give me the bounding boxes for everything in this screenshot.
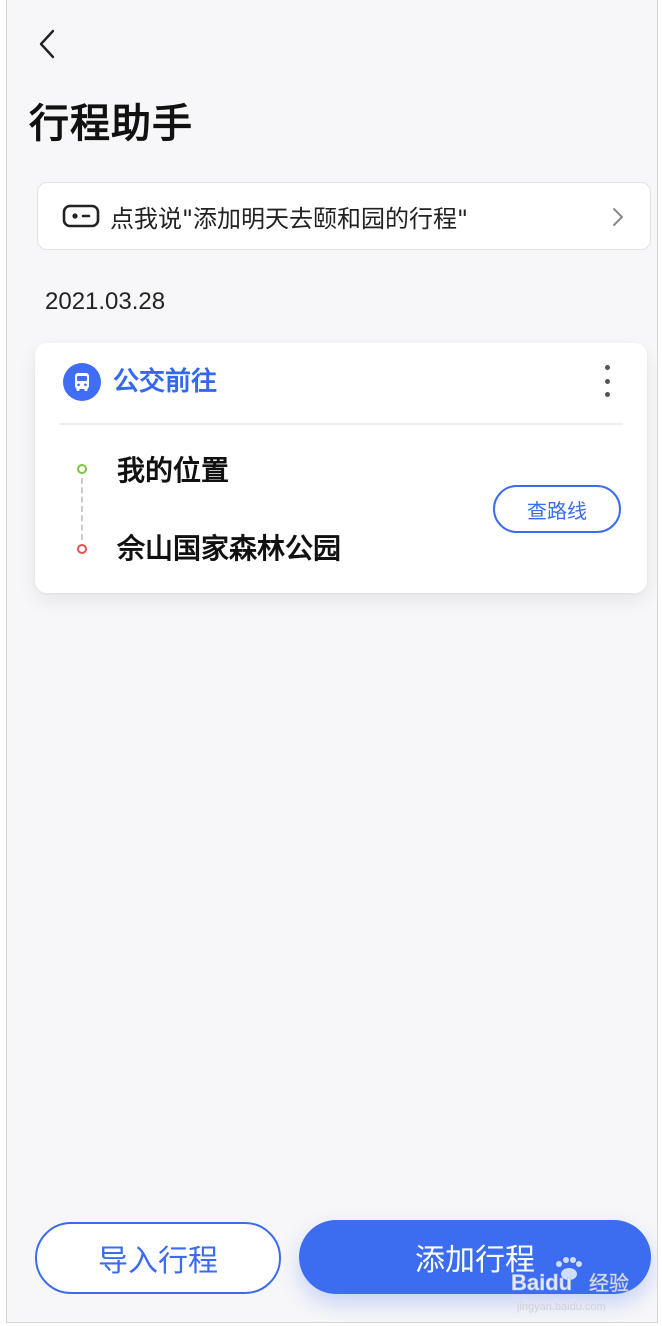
check-route-button[interactable]: 查路线 (493, 485, 621, 533)
chevron-right-icon (613, 208, 623, 226)
trip-assistant-screen: 行程助手 点我说"添加明天去颐和园的行程" 2021.03.28 公交前往 我的… (6, 0, 658, 1323)
baidu-jingyan-watermark: Baidu 经验 jingyan.baidu.com (511, 1257, 629, 1313)
page-title: 行程助手 (29, 101, 193, 147)
transport-mode-label: 公交前往 (113, 367, 218, 397)
chevron-left-icon (39, 29, 55, 59)
watermark-brand: Baidu (511, 1270, 572, 1295)
origin-dot-icon (77, 464, 87, 474)
trip-date: 2021.03.28 (45, 288, 166, 315)
import-trip-button[interactable]: 导入行程 (35, 1222, 281, 1294)
watermark-label: 经验 (589, 1271, 629, 1295)
voice-prompt-bar[interactable]: 点我说"添加明天去颐和园的行程" (37, 182, 651, 250)
watermark-url: jingyan.baidu.com (516, 1301, 606, 1313)
destination-dot-icon (77, 544, 87, 554)
more-vertical-icon (604, 365, 610, 370)
card-divider (59, 423, 623, 425)
destination-location: 佘山国家森林公园 (117, 532, 342, 565)
voice-prompt-text: 点我说"添加明天去颐和园的行程" (110, 204, 469, 233)
back-button[interactable] (29, 26, 65, 62)
more-options-button[interactable] (597, 365, 617, 397)
trip-card[interactable]: 公交前往 我的位置 佘山国家森林公园 查路线 (35, 343, 647, 593)
origin-location: 我的位置 (117, 454, 230, 487)
voice-assistant-icon (62, 204, 100, 228)
route-connector (81, 478, 83, 540)
bus-icon (63, 363, 101, 401)
